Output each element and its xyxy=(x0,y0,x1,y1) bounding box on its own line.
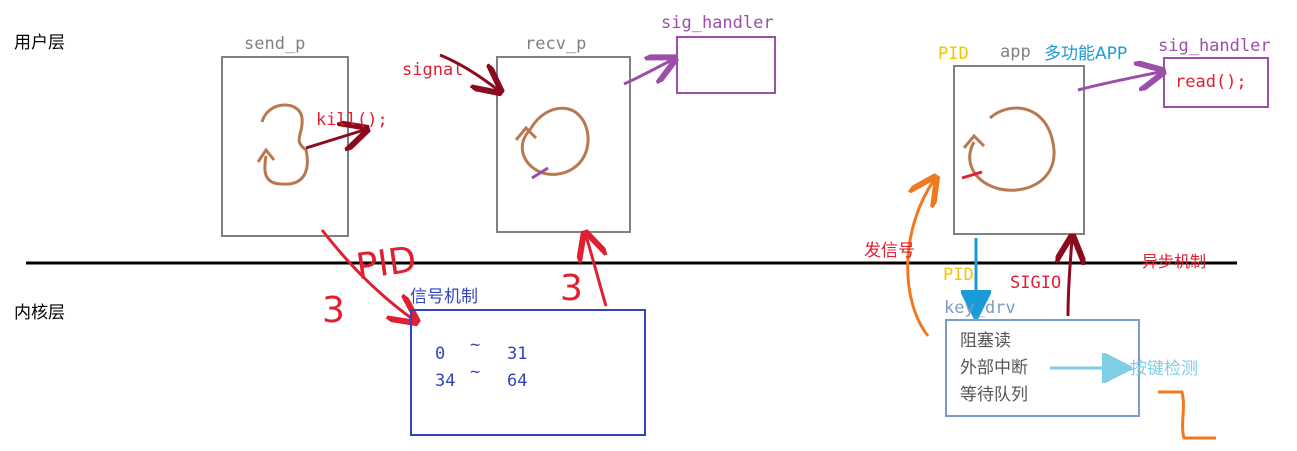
sigio-label: SIGIO xyxy=(1010,273,1061,293)
key-drv-title: key_drv xyxy=(944,298,1016,318)
range2-high: 64 xyxy=(507,371,527,391)
sig-handler-right-title: sig_handler xyxy=(1158,36,1271,56)
kernel-layer-label: 内核层 xyxy=(14,303,65,323)
kernel-to-recv-arrow xyxy=(586,236,608,307)
blocking-read-label: 阻塞读 xyxy=(960,331,1011,351)
kill-label: kill(); xyxy=(316,110,388,130)
range2-low: 34 xyxy=(435,371,455,391)
recv-p-box xyxy=(496,56,631,233)
signal-mechanism-title: 信号机制 xyxy=(410,287,478,307)
range1-low: 0 xyxy=(435,344,445,364)
wait-queue-label: 等待队列 xyxy=(960,385,1028,405)
recv-p-loop xyxy=(520,106,590,176)
range1-high: 31 xyxy=(507,344,527,364)
kill-arrow xyxy=(305,130,364,148)
send-p-title: send_p xyxy=(244,34,305,54)
key-detect-label: 按键检测 xyxy=(1130,359,1198,379)
read-call: read(); xyxy=(1175,72,1247,92)
diagram-canvas: 用户层 内核层 异步机制 send_p kill(); recv_p signa… xyxy=(14,13,1271,440)
send-signal-label: 发信号 xyxy=(864,241,915,261)
sig-handler-left-title: sig_handler xyxy=(661,13,774,33)
orange-squiggle xyxy=(1158,390,1216,440)
range2-tilde: ~ xyxy=(470,362,480,382)
external-interrupt-label: 外部中断 xyxy=(960,358,1028,378)
user-layer-label: 用户层 xyxy=(14,33,65,53)
pid-drv-label: PID xyxy=(943,265,974,285)
app-description: 多功能APP xyxy=(1044,44,1127,64)
three-left-label: 3 xyxy=(322,290,345,331)
async-mechanism-label: 异步机制 xyxy=(1142,252,1206,271)
sig-handler-left-box xyxy=(676,36,776,94)
app-loop xyxy=(968,106,1056,192)
recv-to-handler-arrow xyxy=(623,60,672,86)
pid-big-label: PID xyxy=(354,239,419,288)
app-title: app xyxy=(1000,42,1031,62)
pid-app-label: PID xyxy=(938,44,969,64)
app-to-handler-arrow xyxy=(1077,72,1160,92)
recv-p-title: recv_p xyxy=(525,34,586,54)
range1-tilde: ~ xyxy=(470,335,480,355)
send-p-box xyxy=(221,56,349,237)
app-box xyxy=(953,65,1085,235)
three-right-label: 3 xyxy=(560,268,583,309)
send-p-loop xyxy=(260,103,309,186)
sigio-up-arrow xyxy=(1068,240,1072,317)
